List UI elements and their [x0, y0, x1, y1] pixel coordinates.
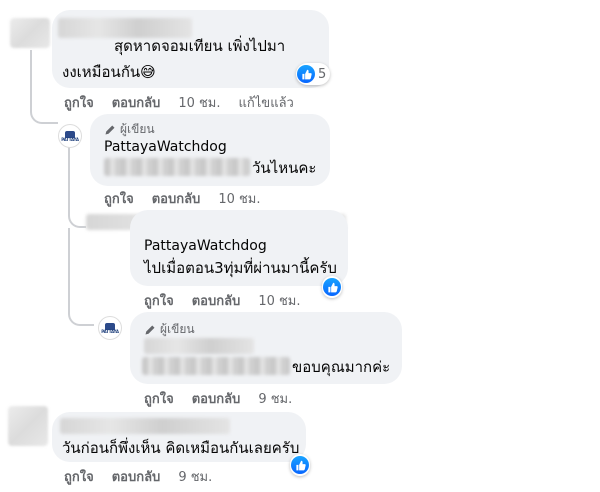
reaction-badge[interactable]	[290, 454, 310, 476]
like-button[interactable]: ถูกใจ	[144, 388, 174, 409]
logo-text: PATTAYA	[101, 328, 119, 334]
reaction-count: 5	[318, 66, 327, 82]
timestamp[interactable]: 10 ชม.	[218, 188, 260, 209]
commenter-name[interactable]	[58, 18, 192, 38]
comment-text: ขอบคุณมากค่ะ	[292, 358, 391, 376]
comment-text: ไปเมื่อตอน3ทุ่มที่ผ่านมานี้ครับ	[144, 259, 337, 277]
timestamp[interactable]: 10 ชม.	[178, 92, 220, 113]
redacted-text	[104, 158, 250, 176]
like-icon	[291, 456, 309, 474]
comment-actions: ถูกใจ ตอบกลับ 10 ชม. แก้ไขแล้ว	[64, 92, 294, 113]
like-button[interactable]: ถูกใจ	[64, 466, 94, 487]
comment-text: วันไหนคะ	[252, 159, 317, 177]
commenter-name[interactable]: PattayaWatchdog	[104, 139, 227, 155]
like-button[interactable]: ถูกใจ	[104, 188, 134, 209]
timestamp[interactable]: 9 ชม.	[178, 466, 212, 487]
reaction-badge[interactable]	[322, 276, 342, 298]
pencil-icon	[145, 325, 155, 334]
like-icon	[297, 65, 315, 83]
avatar[interactable]	[10, 18, 50, 48]
reply-button[interactable]: ตอบกลับ	[112, 466, 161, 487]
thread-line	[68, 228, 94, 326]
avatar[interactable]: PATTAYA	[98, 316, 122, 340]
author-badge: ผู้เขียน	[104, 120, 155, 139]
commenter-name-blurred[interactable]	[144, 338, 254, 354]
edited-label[interactable]: แก้ไขแล้ว	[239, 92, 294, 113]
pencil-icon	[105, 125, 115, 134]
comment-actions: ถูกใจ ตอบกลับ 10 ชม.	[144, 290, 301, 311]
reply-button[interactable]: ตอบกลับ	[192, 290, 241, 311]
commenter-name-blurred[interactable]	[60, 418, 230, 434]
thread-line	[68, 146, 86, 228]
author-badge: ผู้เขียน	[144, 320, 195, 339]
like-button[interactable]: ถูกใจ	[64, 92, 94, 113]
timestamp[interactable]: 10 ชม.	[258, 290, 300, 311]
like-icon	[323, 278, 341, 296]
comment-actions: ถูกใจ ตอบกลับ 10 ชม.	[104, 188, 261, 209]
avatar[interactable]: PATTAYA	[58, 124, 82, 148]
comment-actions: ถูกใจ ตอบกลับ 9 ชม.	[144, 388, 292, 409]
like-button[interactable]: ถูกใจ	[144, 290, 174, 311]
reply-button[interactable]: ตอบกลับ	[192, 388, 241, 409]
commenter-name[interactable]: PattayaWatchdog	[144, 238, 267, 254]
reaction-badge[interactable]: 5	[296, 63, 331, 85]
reply-button[interactable]: ตอบกลับ	[152, 188, 201, 209]
comment-text: สุดหาดจอมเทียน เพิ่งไปมา	[114, 37, 286, 55]
timestamp[interactable]: 9 ชม.	[258, 388, 292, 409]
comment-actions: ถูกใจ ตอบกลับ 9 ชม.	[64, 466, 212, 487]
author-badge-label: ผู้เขียน	[120, 122, 155, 136]
comment-text: วันก่อนก็พึ่งเห็น คิดเหมือนกันเลยครับ	[62, 439, 300, 457]
redacted-text	[142, 357, 290, 375]
avatar[interactable]	[8, 406, 48, 446]
logo-text: PATTAYA	[61, 136, 79, 142]
reply-button[interactable]: ตอบกลับ	[112, 92, 161, 113]
author-badge-label: ผู้เขียน	[160, 322, 195, 336]
comment-text: งงเหมือนกัน😅	[62, 63, 156, 81]
